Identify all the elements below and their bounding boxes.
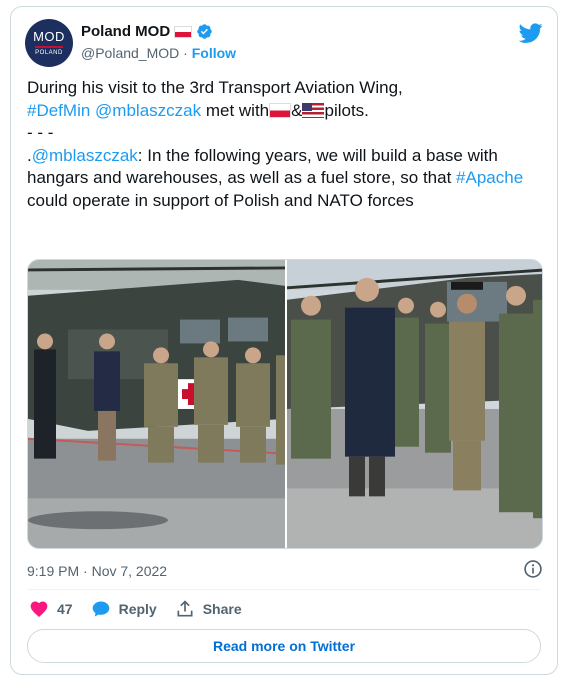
hashtag-defmin[interactable]: #DefMin <box>27 101 90 120</box>
handle-line: @Poland_MOD · Follow <box>81 45 236 61</box>
reply-button[interactable]: Reply <box>91 599 157 619</box>
avatar[interactable]: MOD POLAND <box>25 19 73 67</box>
share-button[interactable]: Share <box>175 599 242 619</box>
ampersand-text: & <box>291 100 303 120</box>
mention-mblaszczak-1[interactable]: @mblaszczak <box>95 101 201 120</box>
tweet-body-b: could operate in support of Polish and N… <box>27 190 414 210</box>
timestamp[interactable]: 9:19 PM · Nov 7, 2022 <box>27 563 167 579</box>
twitter-bird-icon[interactable] <box>519 21 543 45</box>
hashtag-apache[interactable]: #Apache <box>456 168 523 187</box>
tweet-text: During his visit to the 3rd Transport Av… <box>27 77 547 212</box>
poland-flag-icon <box>174 25 193 38</box>
tweet-card: MOD POLAND Poland MOD @Poland_MOD · Foll… <box>10 6 558 675</box>
avatar-mod-text: MOD <box>33 28 65 44</box>
like-count: 47 <box>57 601 73 617</box>
verified-badge-icon <box>197 24 212 39</box>
avatar-bar <box>35 45 63 48</box>
info-icon[interactable] <box>523 559 543 579</box>
mention-mblaszczak-2[interactable]: @mblaszczak <box>32 146 138 165</box>
reply-bubble-icon <box>92 601 109 617</box>
usa-flag-emoji-icon <box>302 102 325 118</box>
tweet-media <box>27 259 543 549</box>
divider <box>27 589 541 590</box>
action-bar: 47 Reply Share <box>29 597 242 621</box>
like-button[interactable]: 47 <box>29 599 73 619</box>
poland-flag-emoji-icon <box>269 102 292 118</box>
photo-helicopter-handshake[interactable] <box>28 260 285 548</box>
heart-icon <box>30 601 48 617</box>
separator-dot: · <box>183 45 188 61</box>
tweet-header: MOD POLAND Poland MOD @Poland_MOD · Foll… <box>25 19 543 67</box>
read-more-button[interactable]: Read more on Twitter <box>27 629 541 663</box>
pilots-text: pilots. <box>324 100 369 120</box>
tweet-line-1: During his visit to the 3rd Transport Av… <box>27 78 403 97</box>
share-icon <box>177 600 193 617</box>
reply-label: Reply <box>118 601 157 617</box>
dashes-text: - - - <box>27 123 54 142</box>
avatar-poland-text: POLAND <box>35 49 63 56</box>
photo-pilots-lineup[interactable] <box>287 260 542 548</box>
display-name[interactable]: Poland MOD <box>81 23 170 40</box>
handle[interactable]: @Poland_MOD <box>81 45 179 61</box>
follow-button[interactable]: Follow <box>192 45 236 61</box>
share-label: Share <box>202 601 242 617</box>
met-with-text: met with <box>201 100 270 120</box>
name-line: Poland MOD <box>81 23 213 40</box>
